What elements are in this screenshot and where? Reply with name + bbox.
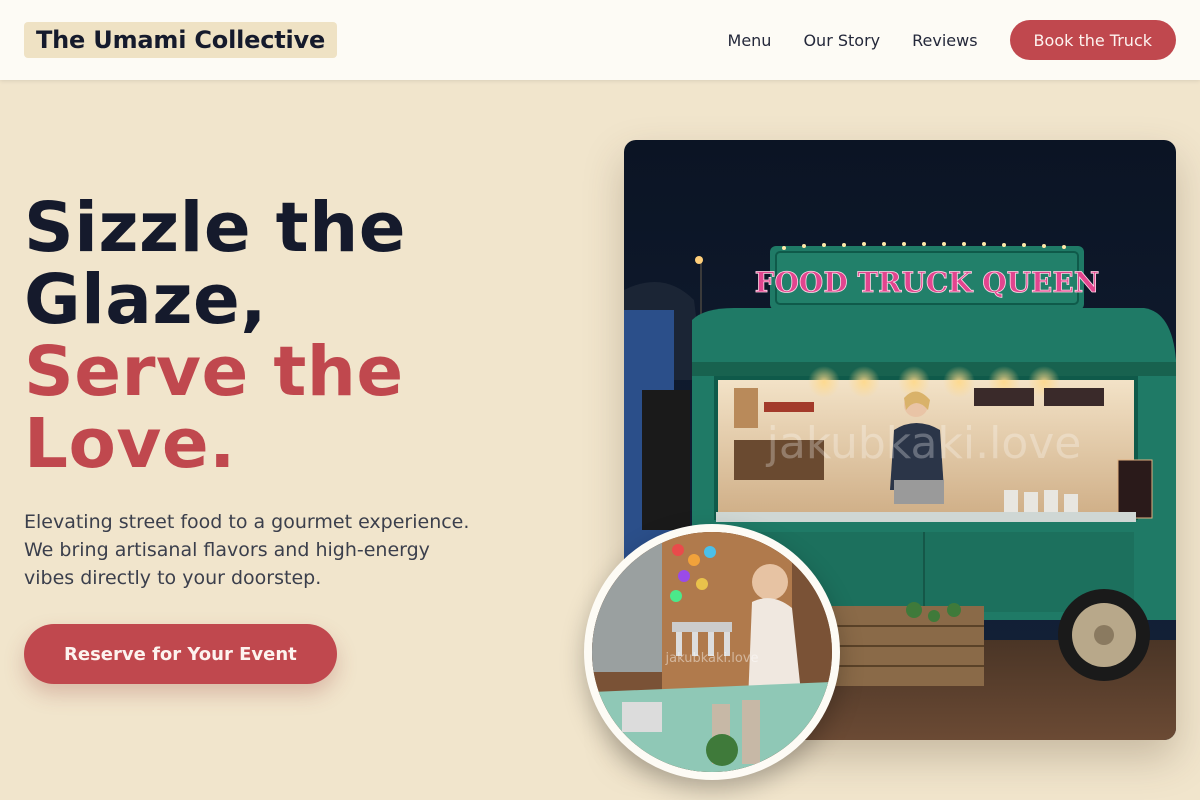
- hero-title-line-1: Sizzle the: [24, 188, 407, 268]
- photo-watermark: jakubkaki.love: [766, 418, 1082, 469]
- truck-sign-text: FOOD TRUCK QUEEN: [755, 266, 1100, 299]
- hero-subtitle: Elevating street food to a gourmet exper…: [24, 511, 470, 589]
- hero-title-line-3: Serve the: [24, 332, 404, 412]
- reserve-event-button[interactable]: Reserve for Your Event: [24, 624, 337, 684]
- site-header: The Umami Collective Menu Our Story Revi…: [0, 0, 1200, 80]
- book-truck-button[interactable]: Book the Truck: [1009, 20, 1176, 60]
- main-nav: Menu Our Story Reviews Book the Truck: [728, 20, 1176, 60]
- inset-photo: jakubkaki.love: [584, 524, 840, 780]
- hero-title: Sizzle the Glaze, Serve the Love.: [24, 192, 584, 480]
- nav-link-our-story[interactable]: Our Story: [803, 31, 880, 50]
- nav-link-menu[interactable]: Menu: [728, 31, 772, 50]
- nav-link-reviews[interactable]: Reviews: [912, 31, 977, 50]
- inset-watermark: jakubkaki.love: [665, 651, 759, 666]
- hero-title-line-2: Glaze,: [24, 260, 268, 340]
- hero-title-line-4: Love.: [24, 404, 236, 484]
- inset-illustration: jakubkaki.love: [592, 532, 832, 772]
- brand-logo[interactable]: The Umami Collective: [24, 22, 338, 58]
